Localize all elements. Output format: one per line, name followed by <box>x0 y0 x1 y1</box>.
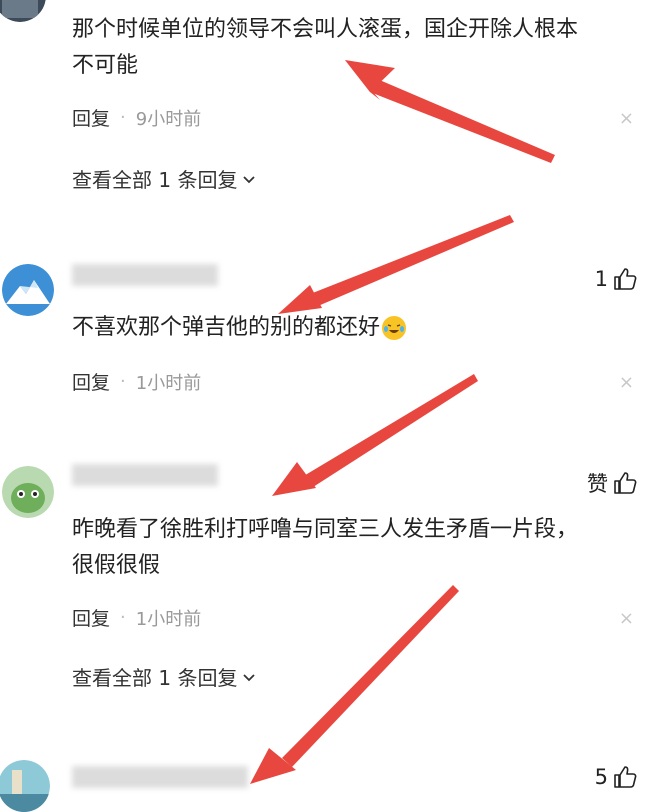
arrow-annotation-3 <box>272 374 478 496</box>
timestamp: 1小时前 <box>135 372 202 394</box>
avatar[interactable] <box>2 264 54 316</box>
comment-text: 那个时候单位的领导不会叫人滚蛋，国企开除人根本 不可能 <box>72 17 579 78</box>
username-blurred <box>72 264 218 286</box>
chevron-down-icon <box>243 175 256 183</box>
view-all-replies-button[interactable]: 查看全部 1 条回复 <box>72 662 257 691</box>
laughing-crying-emoji-icon <box>382 316 407 340</box>
username-blurred <box>72 464 218 486</box>
like-label: 赞 <box>587 472 608 496</box>
comment-text: 昨晚看了徐胜利打呼噜与同室三人发生矛盾一片段， 很假很假 <box>72 517 579 578</box>
reply-button[interactable]: 回复 <box>72 368 110 395</box>
view-all-label: 查看全部 1 条回复 <box>72 666 238 690</box>
reply-button[interactable]: 回复 <box>72 104 110 131</box>
avatar[interactable] <box>0 760 50 812</box>
thumbs-up-icon <box>614 766 637 788</box>
comment-meta: 回复 · 1小时前 <box>72 368 201 395</box>
arrow-annotation-2 <box>278 215 514 314</box>
separator-dot: · <box>120 607 126 628</box>
like-count: 1 <box>594 267 608 291</box>
avatar[interactable] <box>0 0 46 22</box>
thumbs-up-icon <box>614 472 637 494</box>
reply-button[interactable]: 回复 <box>72 604 110 631</box>
arrow-annotation-4 <box>250 585 459 784</box>
close-icon[interactable]: × <box>619 372 634 393</box>
avatar[interactable] <box>2 466 54 518</box>
separator-dot: · <box>120 107 126 128</box>
close-icon[interactable]: × <box>619 108 634 129</box>
like-count: 5 <box>594 765 608 789</box>
separator-dot: · <box>120 371 126 392</box>
timestamp: 9小时前 <box>135 108 202 130</box>
comment-meta: 回复 · 1小时前 <box>72 604 201 631</box>
timestamp: 1小时前 <box>135 608 202 630</box>
view-all-label: 查看全部 1 条回复 <box>72 168 238 192</box>
close-icon[interactable]: × <box>619 608 634 629</box>
thumbs-up-icon <box>614 268 637 290</box>
chevron-down-icon <box>243 673 256 681</box>
like-button[interactable]: 1 <box>595 266 638 292</box>
like-button[interactable]: 5 <box>595 764 638 790</box>
comment-text: 不喜欢那个弹吉他的别的都还好 <box>72 310 407 346</box>
view-all-replies-button[interactable]: 查看全部 1 条回复 <box>72 164 257 193</box>
like-button[interactable]: 赞 <box>587 468 638 498</box>
username-blurred <box>72 766 248 788</box>
comment-meta: 回复 · 9小时前 <box>72 104 201 131</box>
